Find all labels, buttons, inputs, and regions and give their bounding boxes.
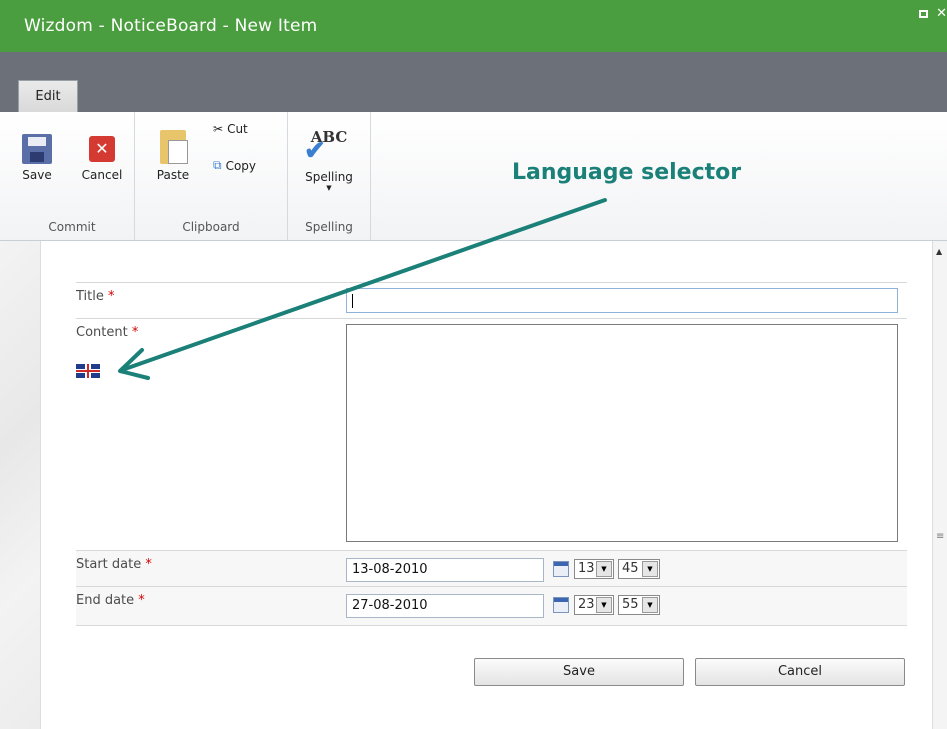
save-button[interactable]: Save bbox=[18, 134, 56, 182]
window-titlebar: Wizdom - NoticeBoard - New Item ✕ bbox=[0, 0, 947, 52]
window-title: Wizdom - NoticeBoard - New Item bbox=[24, 16, 318, 36]
ribbon-tab-band: Edit bbox=[0, 52, 947, 112]
spelling-button[interactable]: ABC ✔ Spelling ▼ bbox=[296, 128, 362, 192]
content-row: Content * bbox=[76, 318, 907, 551]
content-label: Content * bbox=[76, 325, 138, 340]
required-marker: * bbox=[138, 593, 145, 608]
required-marker: * bbox=[145, 557, 152, 572]
calendar-icon[interactable] bbox=[553, 597, 569, 613]
save-icon bbox=[22, 134, 52, 164]
ribbon-group-clipboard: Paste ✂ Cut ⧉ Copy Clipboard bbox=[135, 112, 288, 240]
ribbon-group-commit: Save ✕ Cancel Commit bbox=[10, 112, 135, 240]
chevron-down-icon[interactable]: ▼ bbox=[642, 561, 658, 577]
chevron-down-icon[interactable]: ▼ bbox=[642, 597, 658, 613]
end-minute-value: 55 bbox=[622, 597, 639, 612]
form-cancel-button[interactable]: Cancel bbox=[695, 658, 905, 686]
checkmark-icon: ✔ bbox=[304, 136, 326, 166]
chevron-down-icon[interactable]: ▼ bbox=[596, 597, 612, 613]
uk-flag-icon[interactable] bbox=[76, 364, 100, 378]
text-cursor bbox=[352, 293, 353, 308]
close-icon[interactable]: ✕ bbox=[936, 6, 947, 21]
language-selector-annotation: Language selector bbox=[512, 160, 742, 185]
title-label: Title * bbox=[76, 289, 115, 304]
tab-edit[interactable]: Edit bbox=[18, 80, 78, 112]
copy-icon: ⧉ bbox=[213, 158, 222, 172]
paste-button[interactable]: Paste bbox=[153, 130, 193, 182]
spelling-button-label: Spelling bbox=[305, 170, 353, 184]
start-date-label-text: Start date bbox=[76, 557, 142, 572]
ribbon-group-spelling: ABC ✔ Spelling ▼ Spelling bbox=[288, 112, 371, 240]
vertical-scrollbar[interactable]: ▲ ≡ bbox=[932, 241, 947, 729]
clipboard-group-label: Clipboard bbox=[182, 220, 240, 234]
start-date-input[interactable]: 13-08-2010 bbox=[346, 558, 544, 582]
content-label-text: Content bbox=[76, 325, 128, 340]
cut-button[interactable]: ✂ Cut bbox=[213, 122, 248, 136]
cancel-button-label: Cancel bbox=[81, 168, 123, 182]
start-minute-value: 45 bbox=[622, 561, 639, 576]
cut-button-label: Cut bbox=[227, 122, 248, 136]
end-date-row: End date * 27-08-2010 23: ▼ 55 ▼ bbox=[76, 586, 907, 626]
commit-group-label: Commit bbox=[48, 220, 96, 234]
cancel-button[interactable]: ✕ Cancel bbox=[74, 134, 130, 182]
copy-button[interactable]: ⧉ Copy bbox=[213, 158, 256, 173]
required-marker: * bbox=[108, 289, 115, 304]
end-date-label: End date * bbox=[76, 593, 145, 608]
end-date-input[interactable]: 27-08-2010 bbox=[346, 594, 544, 618]
cancel-icon: ✕ bbox=[89, 136, 115, 162]
title-row: Title * bbox=[76, 282, 907, 319]
chevron-down-icon[interactable]: ▼ bbox=[596, 561, 612, 577]
start-minute-select[interactable]: 45 ▼ bbox=[618, 559, 660, 579]
paste-icon bbox=[160, 130, 188, 164]
end-hour-select[interactable]: 23: ▼ bbox=[574, 595, 614, 615]
window-controls: ✕ bbox=[915, 6, 947, 21]
end-minute-select[interactable]: 55 ▼ bbox=[618, 595, 660, 615]
content-textarea[interactable] bbox=[346, 324, 898, 542]
start-hour-select[interactable]: 13: ▼ bbox=[574, 559, 614, 579]
chevron-down-icon: ▼ bbox=[326, 184, 332, 192]
start-date-row: Start date * 13-08-2010 13: ▼ 45 ▼ bbox=[76, 550, 907, 587]
title-label-text: Title bbox=[76, 289, 104, 304]
required-marker: * bbox=[131, 325, 139, 340]
spelling-group-label: Spelling bbox=[305, 220, 353, 234]
left-gutter bbox=[0, 241, 41, 729]
end-date-label-text: End date bbox=[76, 593, 135, 608]
calendar-icon[interactable] bbox=[553, 561, 569, 577]
start-date-label: Start date * bbox=[76, 557, 152, 572]
scissors-icon: ✂ bbox=[213, 122, 224, 136]
save-button-label: Save bbox=[22, 168, 52, 182]
paste-button-label: Paste bbox=[156, 168, 190, 182]
form-save-button[interactable]: Save bbox=[474, 658, 684, 686]
scroll-grip-icon[interactable]: ≡ bbox=[936, 531, 944, 542]
ribbon: Save ✕ Cancel Commit Paste ✂ Cut ⧉ Copy … bbox=[0, 112, 947, 241]
maximize-icon[interactable] bbox=[918, 10, 928, 18]
scroll-up-icon[interactable]: ▲ bbox=[936, 247, 942, 256]
spelling-check-icon: ABC ✔ bbox=[296, 128, 362, 166]
title-input[interactable] bbox=[346, 288, 898, 313]
copy-button-label: Copy bbox=[225, 158, 257, 173]
